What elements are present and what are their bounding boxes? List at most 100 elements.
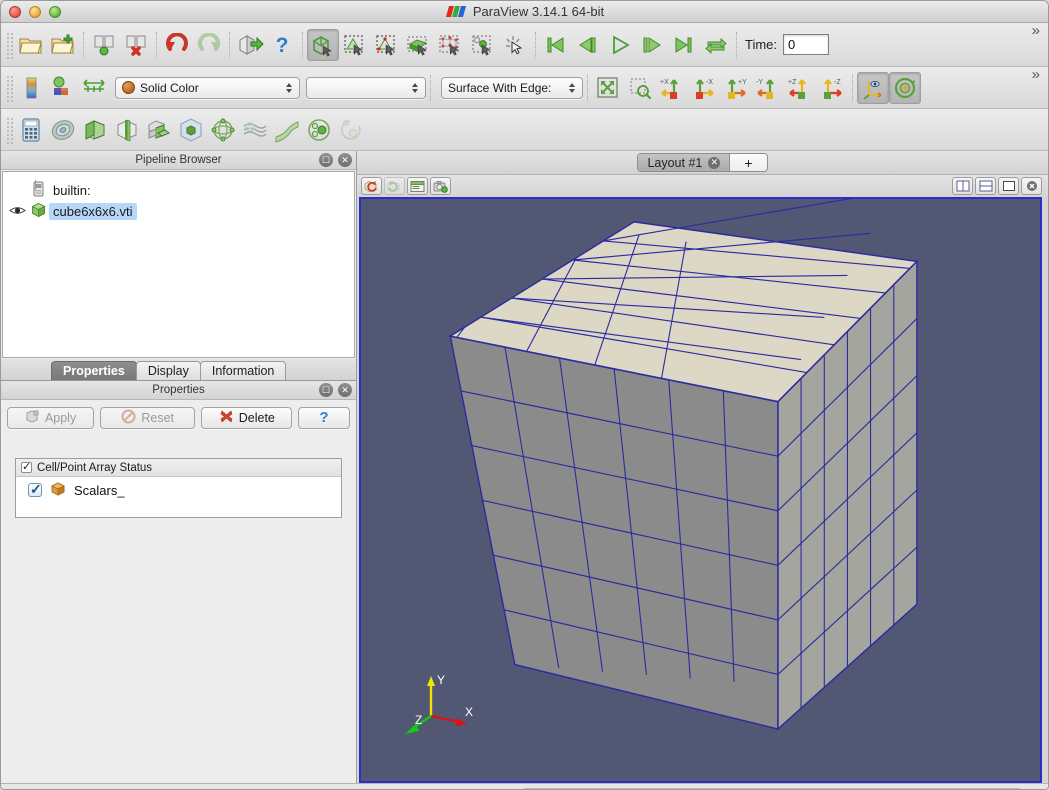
toolbar-grip[interactable] bbox=[5, 73, 13, 102]
toolbar-grip[interactable] bbox=[5, 30, 13, 59]
representation-dropdown[interactable]: Surface With Edge: bbox=[441, 76, 583, 99]
threshold-filter-button[interactable] bbox=[143, 114, 175, 146]
loop-button[interactable] bbox=[700, 29, 732, 61]
camera-pos-y-button[interactable]: +Y bbox=[720, 72, 752, 104]
last-frame-button[interactable] bbox=[668, 29, 700, 61]
array-status-header[interactable]: Cell/Point Array Status bbox=[16, 459, 341, 477]
camera-neg-z-button[interactable]: -Z bbox=[816, 72, 848, 104]
pipeline-item-label: cube6x6x6.vti bbox=[49, 203, 137, 220]
time-control: Time: 0 bbox=[745, 34, 830, 55]
layout-tab-1[interactable]: Layout #1 ✕ bbox=[638, 154, 731, 171]
pipeline-browser[interactable]: builtin: cube6x6x6.vti bbox=[2, 171, 355, 358]
toolbar-grip[interactable] bbox=[5, 115, 13, 144]
zoom-to-data-button[interactable] bbox=[624, 72, 656, 104]
close-panel-icon[interactable]: ✕ bbox=[338, 153, 352, 167]
select-cells-on-button[interactable] bbox=[339, 29, 371, 61]
close-view-button[interactable] bbox=[1021, 177, 1042, 195]
properties-tab-bar: Properties Display Information bbox=[1, 359, 356, 381]
select-points-through-button[interactable] bbox=[435, 29, 467, 61]
glyph-filter-button[interactable] bbox=[207, 114, 239, 146]
toolbar-separator bbox=[852, 74, 853, 101]
render-view-canvas[interactable]: Y X Z bbox=[361, 199, 1040, 781]
tab-information[interactable]: Information bbox=[199, 361, 287, 380]
rescale-custom-button[interactable] bbox=[79, 72, 111, 104]
calculator-filter-button[interactable] bbox=[15, 114, 47, 146]
select-block-button[interactable] bbox=[467, 29, 499, 61]
delete-button[interactable]: Delete bbox=[201, 407, 293, 429]
color-component-dropdown[interactable] bbox=[306, 76, 426, 99]
add-layout-button[interactable]: + bbox=[730, 154, 767, 171]
camera-neg-y-button[interactable]: -Y bbox=[752, 72, 784, 104]
properties-help-button[interactable]: ? bbox=[298, 407, 350, 429]
previous-frame-button[interactable] bbox=[572, 29, 604, 61]
close-tab-icon[interactable]: ✕ bbox=[708, 156, 721, 169]
maximize-view-button[interactable] bbox=[998, 177, 1019, 195]
dataset-cube-icon bbox=[27, 202, 49, 221]
render-view-3d[interactable]: Y X Z bbox=[359, 197, 1042, 783]
slice-filter-button[interactable] bbox=[111, 114, 143, 146]
undock-icon[interactable]: ☐ bbox=[319, 383, 333, 397]
edit-color-map-button[interactable] bbox=[15, 72, 47, 104]
clip-filter-button[interactable] bbox=[79, 114, 111, 146]
select-cells-through-button[interactable] bbox=[403, 29, 435, 61]
camera-pos-z-button[interactable]: +Z bbox=[784, 72, 816, 104]
array-header-checkbox[interactable] bbox=[21, 460, 32, 473]
layout-tabs: Layout #1 ✕ + bbox=[637, 153, 768, 172]
array-row-scalars[interactable]: Scalars_ bbox=[16, 477, 341, 503]
next-frame-button[interactable] bbox=[636, 29, 668, 61]
split-horizontal-button[interactable] bbox=[952, 177, 973, 195]
color-by-dropdown[interactable]: Solid Color bbox=[115, 76, 300, 99]
help-button[interactable]: ? bbox=[266, 29, 298, 61]
tab-display[interactable]: Display bbox=[135, 361, 201, 380]
warp-filter-button[interactable] bbox=[271, 114, 303, 146]
contour-filter-button[interactable] bbox=[47, 114, 79, 146]
undo-camera-button[interactable] bbox=[361, 177, 382, 195]
tab-properties[interactable]: Properties bbox=[51, 361, 137, 380]
first-frame-button[interactable] bbox=[540, 29, 572, 61]
stream-tracer-filter-button[interactable] bbox=[239, 114, 271, 146]
group-datasets-filter-button[interactable] bbox=[303, 114, 335, 146]
play-button[interactable] bbox=[604, 29, 636, 61]
connect-server-button[interactable] bbox=[88, 29, 120, 61]
hover-pick-button[interactable] bbox=[499, 29, 531, 61]
interact-mode-button[interactable] bbox=[307, 28, 339, 61]
close-panel-icon[interactable]: ✕ bbox=[338, 383, 352, 397]
array-row-checkbox[interactable] bbox=[28, 481, 42, 498]
window-title-text: ParaView 3.14.1 64-bit bbox=[472, 4, 605, 19]
rescale-range-button[interactable] bbox=[47, 72, 79, 104]
toolbar-overflow-button[interactable]: » bbox=[1026, 67, 1046, 83]
show-center-axes-button[interactable] bbox=[889, 71, 921, 104]
redo-button[interactable] bbox=[193, 29, 225, 61]
disconnect-server-button[interactable] bbox=[120, 29, 152, 61]
reset-button[interactable]: Reset bbox=[100, 407, 196, 429]
camera-pos-x-button[interactable]: +X bbox=[656, 72, 688, 104]
eye-visible-icon[interactable] bbox=[7, 205, 27, 219]
color-by-value: Solid Color bbox=[140, 80, 199, 95]
pipeline-item-source[interactable]: cube6x6x6.vti bbox=[3, 201, 354, 222]
time-label: Time: bbox=[745, 37, 778, 52]
adjust-camera-button[interactable] bbox=[407, 177, 428, 195]
recent-files-button[interactable] bbox=[47, 29, 79, 61]
title-bar: ParaView 3.14.1 64-bit bbox=[1, 1, 1048, 23]
pipeline-item-builtin[interactable]: builtin: bbox=[3, 180, 354, 201]
reset-camera-button[interactable] bbox=[592, 72, 624, 104]
split-vertical-button[interactable] bbox=[975, 177, 996, 195]
undock-icon[interactable]: ☐ bbox=[319, 153, 333, 167]
undo-button[interactable] bbox=[161, 29, 193, 61]
view-pane: Layout #1 ✕ + Y X Z bbox=[357, 151, 1048, 783]
camera-neg-x-button[interactable]: -X bbox=[688, 72, 720, 104]
select-points-on-button[interactable] bbox=[371, 29, 403, 61]
time-input[interactable]: 0 bbox=[783, 34, 830, 55]
apply-button[interactable]: Apply bbox=[7, 407, 95, 429]
extract-subset-filter-button[interactable] bbox=[175, 114, 207, 146]
svg-text:-Z: -Z bbox=[834, 79, 841, 86]
toolbar-overflow-button[interactable]: » bbox=[1026, 23, 1046, 39]
open-file-button[interactable] bbox=[15, 29, 47, 61]
svg-text:-Y: -Y bbox=[756, 79, 763, 86]
export-state-button[interactable] bbox=[234, 29, 266, 61]
left-dock: Pipeline Browser ☐ ✕ builtin: cube6x6x6.… bbox=[1, 151, 357, 783]
capture-screenshot-button[interactable] bbox=[430, 177, 451, 195]
redo-camera-button[interactable] bbox=[384, 177, 405, 195]
show-orientation-axes-button[interactable] bbox=[857, 71, 889, 104]
extract-level-filter-button[interactable] bbox=[335, 114, 367, 146]
